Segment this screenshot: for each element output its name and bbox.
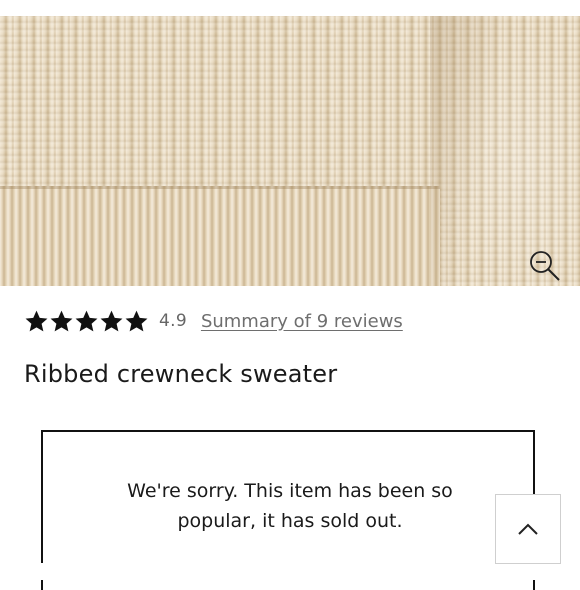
sleeve-shade bbox=[430, 16, 580, 286]
sold-out-message: We're sorry. This item has been so popul… bbox=[103, 476, 477, 536]
reviews-summary-link[interactable]: Summary of 9 reviews bbox=[201, 311, 403, 332]
sold-out-message-line1: We're sorry. This item has been so bbox=[127, 480, 453, 502]
sold-out-message-line2: popular, it has sold out. bbox=[177, 510, 403, 532]
sweater-cuff bbox=[0, 186, 440, 286]
star-rating bbox=[24, 309, 149, 334]
star-icon bbox=[100, 310, 123, 331]
rating-row: 4.9 Summary of 9 reviews bbox=[24, 306, 403, 336]
back-to-top-button[interactable] bbox=[495, 494, 561, 564]
product-image[interactable] bbox=[0, 16, 580, 286]
rating-value: 4.9 bbox=[159, 311, 187, 331]
chevron-up-icon bbox=[518, 523, 538, 535]
product-title: Ribbed crewneck sweater bbox=[24, 360, 338, 388]
star-icon bbox=[125, 310, 148, 331]
star-icon bbox=[50, 310, 73, 331]
star-icon bbox=[25, 310, 48, 331]
page-bottom bbox=[0, 563, 580, 580]
star-icon bbox=[75, 310, 98, 331]
zoom-out-icon[interactable] bbox=[528, 249, 562, 283]
